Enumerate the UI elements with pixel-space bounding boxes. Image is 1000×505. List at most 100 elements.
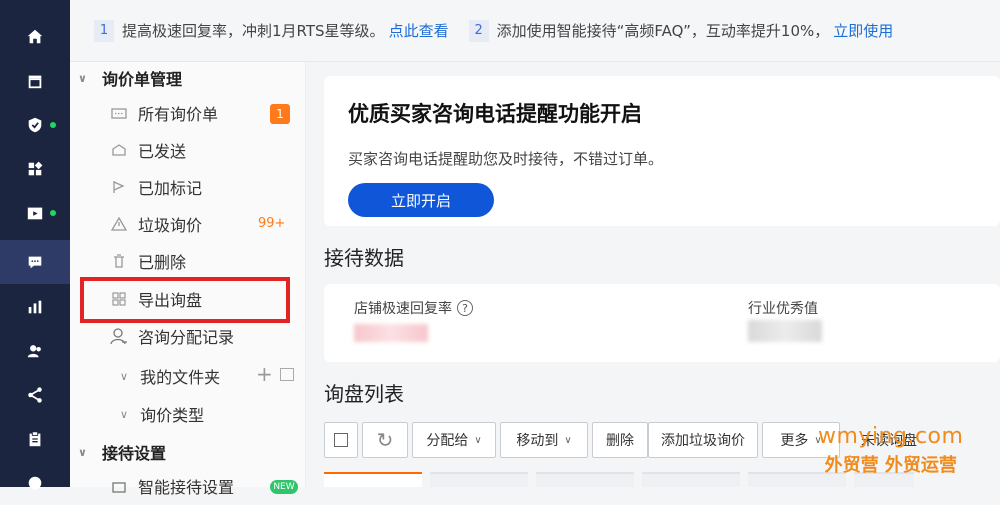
sidebar-item-label: 智能接待设置 <box>138 478 235 497</box>
status-dot <box>50 210 56 216</box>
tab-3[interactable] <box>536 472 634 487</box>
nav-customers[interactable] <box>0 329 70 373</box>
sidebar-item-flagged[interactable]: 已加标记 <box>110 173 202 201</box>
home-icon <box>27 29 43 44</box>
stat-industry-excellent: 行业优秀值 <box>748 298 818 318</box>
bar-chart-icon <box>28 300 42 314</box>
redacted-value <box>748 320 822 342</box>
annotation-highlight-box <box>80 277 290 323</box>
sent-icon <box>110 141 128 159</box>
reception-data-title: 接待数据 <box>324 246 404 270</box>
user-icon <box>110 327 128 345</box>
sidebar-item-label: 垃圾询价 <box>138 216 203 235</box>
nav-orders[interactable] <box>0 417 70 461</box>
store-icon <box>28 75 42 89</box>
sidebar-group-inquiry[interactable]: ∨ 询价单管理 <box>78 66 182 90</box>
sidebar-item-label: 已加标记 <box>138 179 203 198</box>
sidebar-folder-mine[interactable]: ∨ 我的文件夹 <box>120 364 220 388</box>
notice-bar: 1 提高极速回复率，冲刺1月RTS星等级。 点此查看 2 添加使用智能接待“高频… <box>70 0 1000 62</box>
move-to-dropdown[interactable]: 移动到 ∨ <box>500 422 588 458</box>
enable-now-button[interactable]: 立即开启 <box>348 183 494 217</box>
sidebar-item-label: 已发送 <box>138 142 187 161</box>
chevron-down-icon: ∨ <box>474 434 482 446</box>
sidebar-sub-label: 询价类型 <box>140 406 205 425</box>
sidebar-item-label: 咨询分配记录 <box>138 328 235 347</box>
sidebar-item-deleted[interactable]: 已删除 <box>110 247 186 275</box>
phone-reminder-banner: 优质买家咨询电话提醒功能开启 买家咨询电话提醒助您及时接待，不错过订单。 立即开… <box>324 76 1000 226</box>
app-nav-rail <box>0 0 70 490</box>
shield-icon <box>28 117 42 133</box>
notice-number: 2 <box>468 19 489 42</box>
inquiry-tabs <box>324 472 922 487</box>
share-icon <box>28 387 42 403</box>
sidebar-group-label: 接待设置 <box>102 444 167 463</box>
sidebar-group-label: 询价单管理 <box>102 70 183 89</box>
refresh-icon: ↻ <box>376 428 394 452</box>
sidebar-folder-type[interactable]: ∨ 询价类型 <box>120 402 204 426</box>
nav-media[interactable] <box>0 191 70 235</box>
sidebar-item-spam[interactable]: 垃圾询价 <box>110 210 202 238</box>
new-badge: NEW <box>270 480 298 494</box>
nav-security[interactable] <box>0 103 70 147</box>
status-dot <box>50 122 56 128</box>
notice-number: 1 <box>94 19 114 42</box>
nav-messages[interactable] <box>0 240 70 284</box>
edit-icon[interactable] <box>280 368 294 381</box>
select-all-checkbox[interactable] <box>324 422 358 458</box>
main-content: 优质买家咨询电话提醒功能开启 买家咨询电话提醒助您及时接待，不错过订单。 立即开… <box>306 62 1000 487</box>
refresh-button[interactable]: ↻ <box>362 422 408 458</box>
notice-text: 添加使用智能接待“高频FAQ”，互动率提升10%， <box>496 22 830 40</box>
assign-to-dropdown[interactable]: 分配给 ∨ <box>412 422 496 458</box>
stat-reply-rate: 店铺极速回复率 ? <box>354 298 473 318</box>
reception-data-card: 店铺极速回复率 ? 行业优秀值 <box>324 284 1000 362</box>
sidebar-item-label: 已删除 <box>138 253 187 272</box>
stat-label: 店铺极速回复率 <box>354 301 452 317</box>
nav-global[interactable] <box>0 461 70 505</box>
inquiry-list-title: 询盘列表 <box>324 382 404 406</box>
unread-count-badge: 1 <box>270 104 290 124</box>
help-icon[interactable]: ? <box>457 300 473 316</box>
sidebar-sub-label: 我的文件夹 <box>140 368 221 387</box>
clipboard-icon <box>29 431 41 447</box>
tab-6[interactable] <box>854 472 914 487</box>
robot-icon <box>110 477 128 495</box>
chevron-down-icon: ∨ <box>120 369 129 383</box>
banner-description: 买家咨询电话提醒助您及时接待，不错过订单。 <box>348 150 664 168</box>
inquiry-toolbar: ↻ 分配给 ∨ 移动到 ∨ 删除 添加垃圾询价 更多 ∨ 未读询盘 <box>324 420 938 460</box>
mark-spam-button[interactable]: 添加垃圾询价 <box>648 422 758 458</box>
delete-button[interactable]: 删除 <box>592 422 648 458</box>
video-icon <box>27 207 43 220</box>
inbox-icon <box>110 104 128 122</box>
warning-icon <box>110 215 128 233</box>
inquiry-sidebar: ∨ 询价单管理 所有询价单 1 已发送 已加标记 垃圾询价 99+ 已删除 导出… <box>70 62 306 497</box>
nav-share[interactable] <box>0 373 70 417</box>
redacted-value <box>354 324 428 342</box>
chevron-down-icon: ∨ <box>120 407 129 421</box>
sidebar-item-smart-reception[interactable]: 智能接待设置 <box>110 472 234 500</box>
tab-all[interactable] <box>324 472 422 487</box>
notice-link-use[interactable]: 立即使用 <box>833 20 893 41</box>
tab-4[interactable] <box>642 472 740 487</box>
unread-filter[interactable]: 未读询盘 <box>844 422 934 458</box>
nav-home[interactable] <box>0 15 70 59</box>
nav-products[interactable] <box>0 147 70 191</box>
nav-data[interactable] <box>0 285 70 329</box>
tab-2[interactable] <box>430 472 528 487</box>
tab-5[interactable] <box>748 472 846 487</box>
sidebar-item-all[interactable]: 所有询价单 <box>110 99 218 127</box>
chat-icon <box>28 256 42 269</box>
stat-label: 行业优秀值 <box>748 301 818 317</box>
dropdown-label: 移动到 <box>516 433 559 449</box>
nav-store[interactable] <box>0 59 70 103</box>
globe-icon <box>28 476 42 490</box>
chevron-down-icon: ∨ <box>814 434 822 446</box>
sidebar-group-reception[interactable]: ∨ 接待设置 <box>78 440 166 464</box>
spam-count-badge: 99+ <box>258 216 286 231</box>
more-dropdown[interactable]: 更多 ∨ <box>762 422 840 458</box>
sidebar-item-assign-log[interactable]: 咨询分配记录 <box>110 322 234 350</box>
add-folder-icon[interactable]: + <box>256 362 273 386</box>
sidebar-item-sent[interactable]: 已发送 <box>110 136 186 164</box>
trash-icon <box>110 252 128 270</box>
dropdown-label: 更多 <box>780 433 809 449</box>
notice-link-view[interactable]: 点此查看 <box>389 20 449 41</box>
